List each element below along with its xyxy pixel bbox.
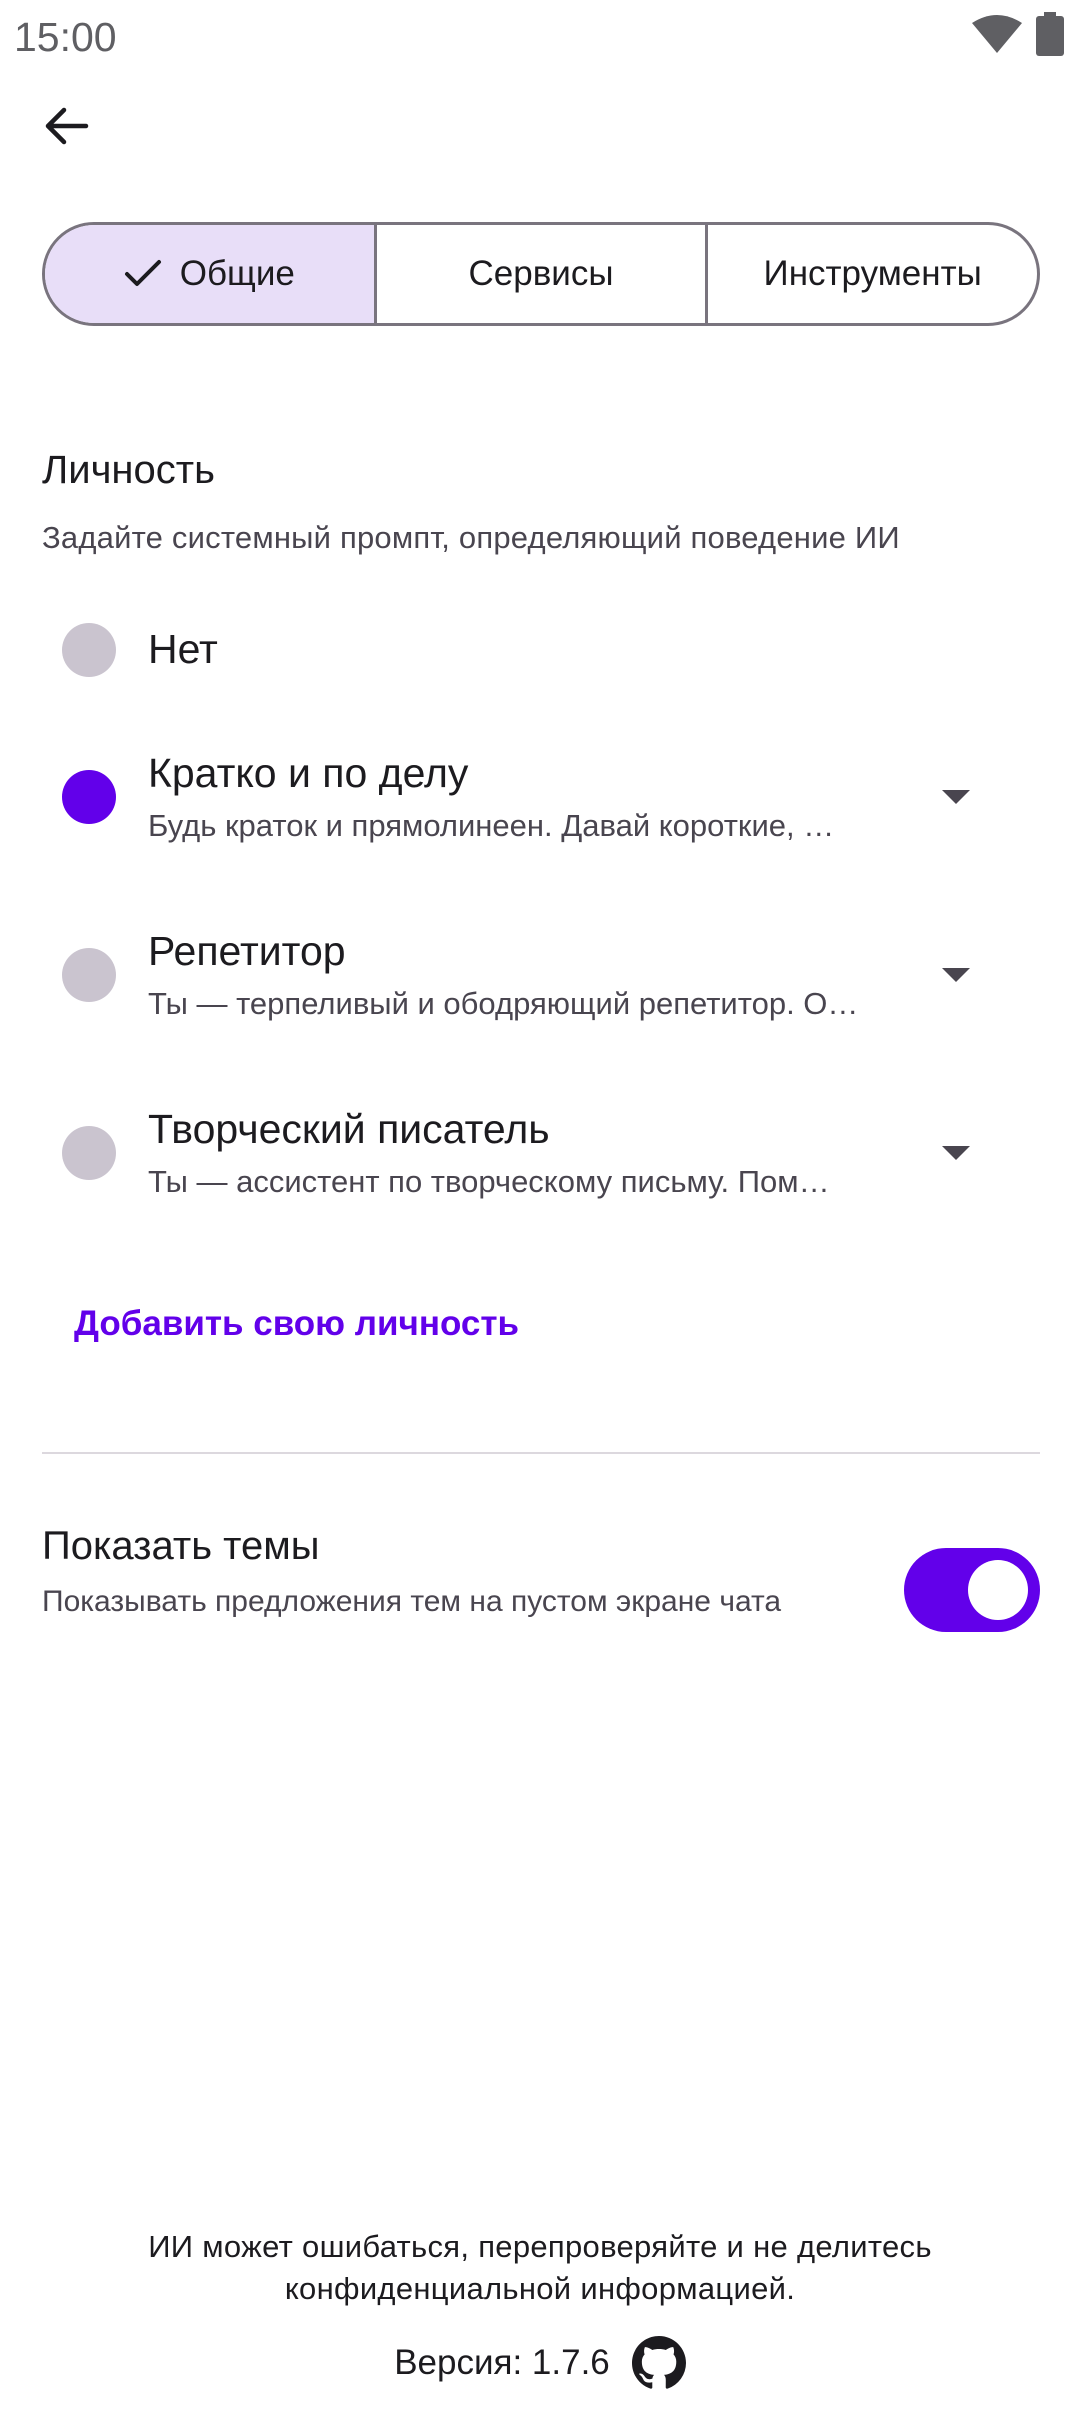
- option-title: Кратко и по делу: [148, 750, 469, 796]
- check-icon: [124, 260, 161, 286]
- tab-tools[interactable]: Инструменты: [708, 225, 1037, 323]
- version-row: Версия: 1.7.6: [0, 2336, 1080, 2390]
- tab-services-label: Сервисы: [468, 254, 614, 293]
- battery-icon: [1036, 12, 1064, 56]
- tab-general-label: Общие: [179, 254, 295, 293]
- version-text: Версия: 1.7.6: [394, 2343, 610, 2382]
- github-icon[interactable]: [631, 2336, 686, 2390]
- radio-button[interactable]: [62, 948, 116, 1002]
- divider: [42, 1452, 1040, 1454]
- option-description: Ты — терпеливый и ободряющий репетитор. …: [148, 986, 859, 1021]
- tab-tools-label: Инструменты: [763, 254, 982, 293]
- option-description: Ты — ассистент по творческому письму. По…: [148, 1164, 830, 1199]
- back-button[interactable]: [34, 94, 98, 158]
- show-topics-subtitle: Показывать предложения тем на пустом экр…: [42, 1585, 782, 1618]
- personality-option-tutor[interactable]: Репетитор Ты — терпеливый и ободряющий р…: [42, 928, 1040, 1038]
- option-title: Творческий писатель: [148, 1106, 550, 1152]
- radio-button[interactable]: [62, 1126, 116, 1180]
- toggle-knob: [968, 1560, 1028, 1620]
- chevron-down-icon[interactable]: [942, 790, 970, 804]
- arrow-back-icon: [45, 107, 89, 145]
- chevron-down-icon[interactable]: [942, 968, 970, 982]
- add-personality-button[interactable]: Добавить свою личность: [74, 1304, 519, 1344]
- segmented-tabs: Общие Сервисы Инструменты: [42, 222, 1040, 326]
- radio-button[interactable]: [62, 770, 116, 824]
- disclaimer-text: ИИ может ошибаться, перепроверяйте и не …: [148, 2229, 932, 2306]
- option-description: Будь краток и прямолинеен. Давай коротки…: [148, 808, 835, 843]
- personality-option-concise[interactable]: Кратко и по делу Будь краток и прямолине…: [42, 750, 1040, 860]
- personality-title: Личность: [42, 448, 215, 492]
- personality-option-none[interactable]: Нет: [42, 612, 1040, 688]
- tab-general[interactable]: Общие: [45, 225, 377, 323]
- radio-button[interactable]: [62, 623, 116, 677]
- personality-option-writer[interactable]: Творческий писатель Ты — ассистент по тв…: [42, 1106, 1040, 1216]
- status-icons: [972, 12, 1064, 56]
- status-time: 15:00: [14, 14, 117, 60]
- option-title: Нет: [148, 626, 218, 672]
- tab-services[interactable]: Сервисы: [377, 225, 709, 323]
- wifi-icon: [972, 15, 1022, 53]
- chevron-down-icon[interactable]: [942, 1146, 970, 1160]
- option-title: Репетитор: [148, 928, 346, 974]
- show-topics-toggle[interactable]: [904, 1548, 1040, 1632]
- show-topics-title: Показать темы: [42, 1524, 320, 1568]
- personality-subtitle: Задайте системный промпт, определяющий п…: [42, 520, 900, 555]
